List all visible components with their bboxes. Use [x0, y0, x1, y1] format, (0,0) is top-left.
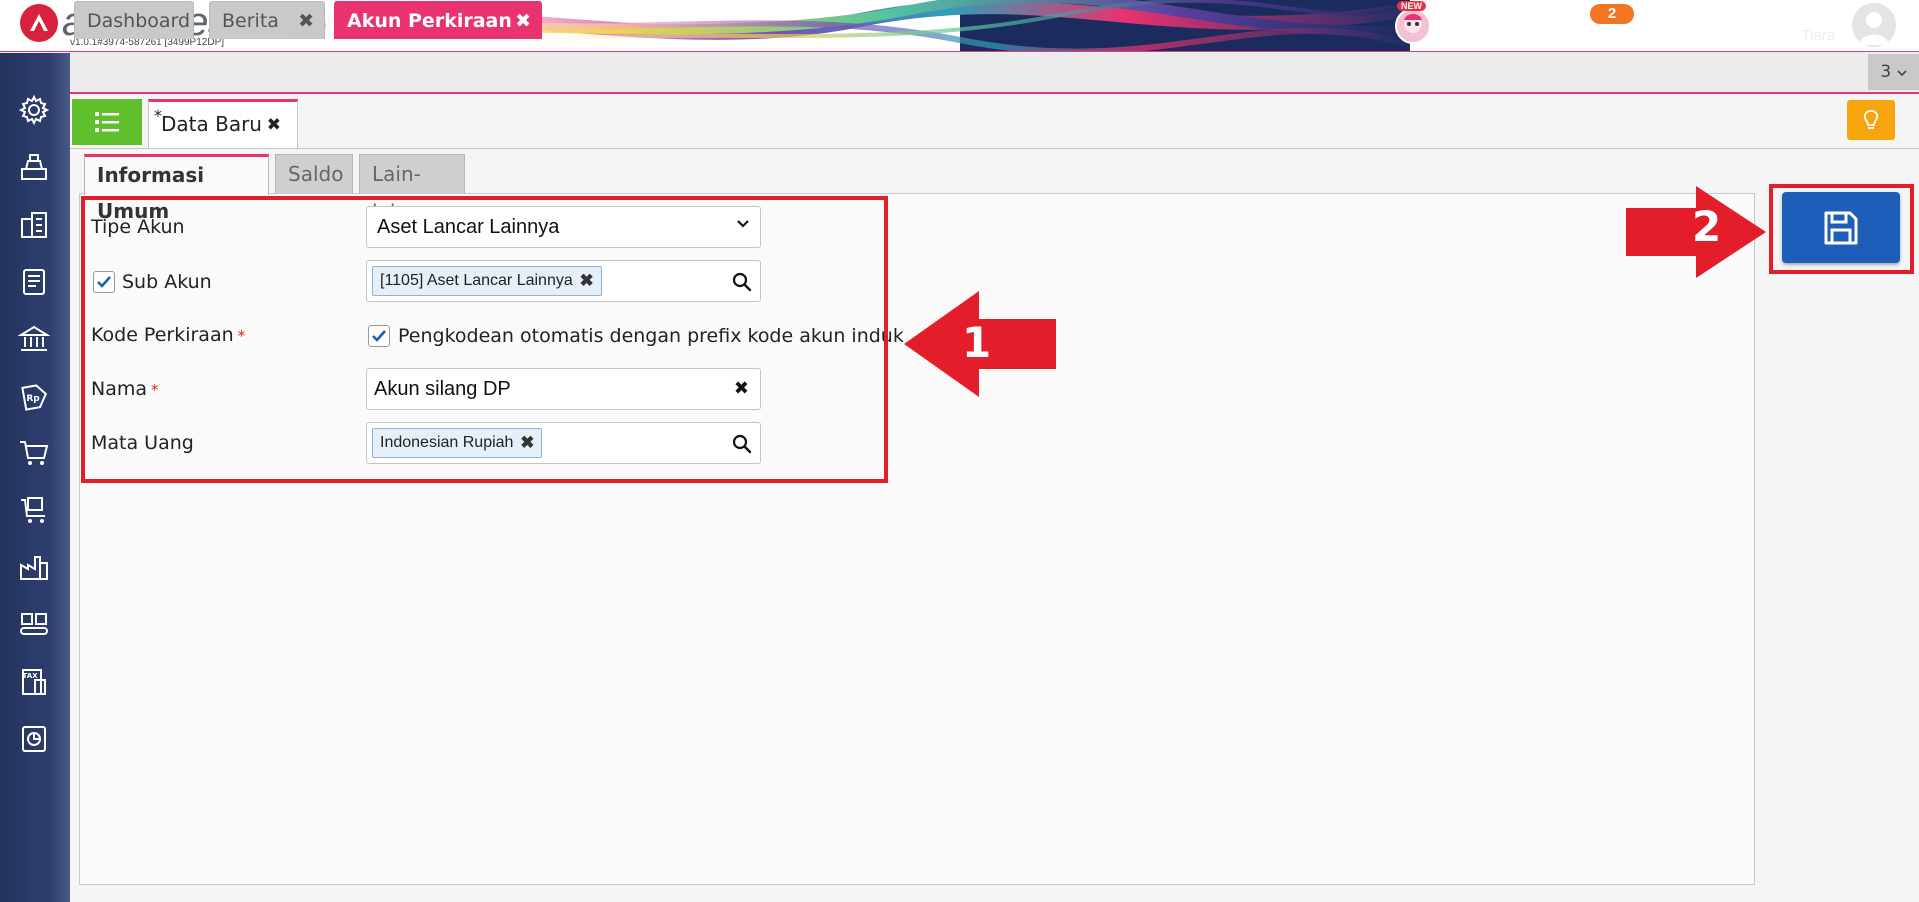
mascot-icon	[1395, 8, 1431, 44]
whats-new-avatar[interactable]	[1395, 8, 1431, 44]
help-icon[interactable]: ?	[1523, 8, 1559, 44]
tax-document-icon[interactable]: TAX	[14, 662, 54, 702]
annotation-number-1: 1	[962, 318, 992, 367]
close-icon[interactable]: ✖	[298, 2, 314, 40]
tab-count-dropdown[interactable]: 3	[1868, 54, 1919, 90]
list-icon	[95, 112, 119, 132]
accurate-logo-mark	[20, 4, 58, 42]
close-icon[interactable]: ✖	[267, 103, 281, 147]
tab-data-baru[interactable]: * Data Baru ✖	[148, 99, 298, 149]
svg-text:TAX: TAX	[22, 672, 38, 680]
new-badge: NEW	[1397, 1, 1426, 11]
profile-avatar[interactable]	[1852, 3, 1896, 47]
conveyor-icon[interactable]	[14, 604, 54, 644]
tab-dashboard[interactable]: Dashboard	[74, 1, 194, 39]
tab-label: Saldo	[288, 162, 344, 186]
annotation-number-2: 2	[1692, 202, 1722, 251]
tab-label: Dashboard	[87, 10, 191, 32]
tab-label: Data Baru	[161, 112, 262, 136]
tab-count: 3	[1880, 62, 1892, 82]
cash-register-icon[interactable]	[14, 147, 54, 187]
chevron-down-icon[interactable]	[1902, 18, 1914, 32]
tab-berita[interactable]: Berita ✖	[209, 1, 325, 39]
annotation-highlight-save	[1769, 184, 1914, 274]
svg-text:?: ?	[1537, 19, 1545, 35]
shopping-cart-icon[interactable]	[14, 433, 54, 473]
tab-informasi-umum[interactable]: Informasi Umum	[84, 154, 269, 223]
sub-tab-bar	[70, 94, 1919, 148]
unsaved-marker: *	[154, 106, 162, 125]
inventory-cart-icon[interactable]	[14, 490, 54, 530]
settings-icon[interactable]	[14, 90, 54, 130]
chevron-down-icon	[1897, 70, 1907, 77]
tab-lain-lain[interactable]: Lain-lain	[359, 154, 465, 224]
bank-icon[interactable]	[14, 319, 54, 359]
tab-akun-perkiraan[interactable]: Akun Perkiraan ✖	[334, 1, 542, 39]
tips-button[interactable]	[1847, 100, 1895, 140]
company-name[interactable]: Fifi Fashion	[1726, 3, 1835, 27]
tab-saldo[interactable]: Saldo	[275, 154, 353, 194]
tab-label: Akun Perkiraan	[347, 10, 512, 32]
user-name[interactable]: Tiara	[1801, 27, 1835, 44]
search-icon[interactable]	[1460, 8, 1496, 44]
main-tab-bar	[70, 53, 1919, 93]
buildings-icon[interactable]	[14, 205, 54, 245]
lightbulb-icon	[1863, 110, 1879, 129]
notification-count-badge: 2	[1590, 4, 1634, 24]
list-view-button[interactable]	[72, 99, 142, 145]
svg-text:Rp: Rp	[26, 394, 40, 404]
left-sidebar: Rp TAX	[0, 53, 70, 902]
close-icon[interactable]: ✖	[515, 2, 531, 40]
ledger-book-icon[interactable]	[14, 262, 54, 302]
annotation-highlight-form	[81, 196, 888, 483]
tab-label: Berita	[222, 10, 279, 32]
factory-icon[interactable]	[14, 547, 54, 587]
header-underline	[0, 51, 1919, 52]
price-tag-icon[interactable]: Rp	[14, 376, 54, 416]
report-chart-icon[interactable]	[14, 719, 54, 759]
